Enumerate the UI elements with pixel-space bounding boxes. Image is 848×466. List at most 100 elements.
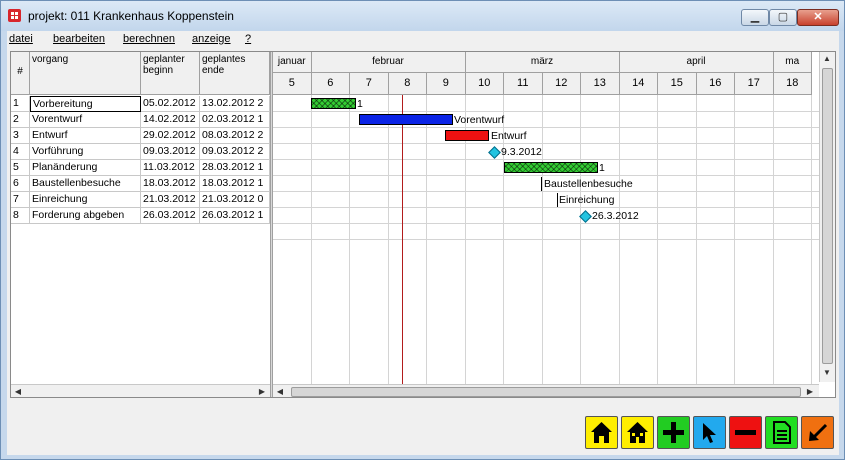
row-gridline <box>273 175 819 176</box>
week-gridline <box>618 95 620 385</box>
menu-berechnen[interactable]: berechnen <box>123 33 175 45</box>
row-gridline <box>273 191 819 192</box>
task-end[interactable]: 28.03.2012 1 <box>200 160 270 176</box>
milestone-marker[interactable] <box>579 210 592 223</box>
menu-bearbeiten[interactable]: bearbeiten <box>53 33 105 45</box>
week-gridline <box>310 95 312 385</box>
task-name[interactable]: Vorentwurf <box>30 112 141 128</box>
chart-scroll-right-icon[interactable]: ▶ <box>803 385 817 397</box>
milestone-tick[interactable] <box>541 177 542 191</box>
week-header-cell: 16 <box>696 73 735 95</box>
task-start[interactable]: 21.03.2012 <box>141 192 200 208</box>
task-start[interactable]: 29.02.2012 <box>141 128 200 144</box>
scroll-down-icon[interactable]: ▼ <box>820 366 834 380</box>
remove-button[interactable] <box>729 416 762 449</box>
chart-hscrollbar[interactable]: ◀ ▶ <box>273 384 819 397</box>
task-bar-entwurf[interactable] <box>445 130 489 141</box>
week-gridline <box>387 95 389 385</box>
task-end[interactable]: 26.03.2012 1 <box>200 208 270 224</box>
task-number[interactable]: 2 <box>11 112 30 128</box>
task-end[interactable]: 09.03.2012 2 <box>200 144 270 160</box>
milestone-tick[interactable] <box>557 193 558 207</box>
close-button[interactable]: ✕ <box>797 9 839 26</box>
week-gridline <box>580 95 581 385</box>
menu-help[interactable]: ? <box>245 33 251 45</box>
task-end[interactable]: 08.03.2012 2 <box>200 128 270 144</box>
chart-vscrollbar[interactable]: ▲ ▼ <box>819 52 835 382</box>
list-icon <box>773 421 791 444</box>
task-bar-vorentwurf[interactable] <box>359 114 453 125</box>
week-header-cell: 10 <box>465 73 504 95</box>
month-header-cell: april <box>619 52 774 73</box>
add-button[interactable] <box>657 416 690 449</box>
list-button[interactable] <box>765 416 798 449</box>
bar-label: 9.3.2012 <box>501 146 542 158</box>
chart-hscroll-thumb[interactable] <box>291 387 801 397</box>
scroll-up-icon[interactable]: ▲ <box>820 52 834 66</box>
milestone-marker[interactable] <box>488 146 501 159</box>
task-name[interactable]: Entwurf <box>30 128 141 144</box>
menu-anzeige[interactable]: anzeige <box>192 33 231 45</box>
minimize-button[interactable]: ▁ <box>741 9 769 26</box>
pane-splitter[interactable] <box>270 52 273 397</box>
task-start[interactable]: 14.02.2012 <box>141 112 200 128</box>
task-number[interactable]: 4 <box>11 144 30 160</box>
task-number[interactable]: 6 <box>11 176 30 192</box>
task-start[interactable]: 26.03.2012 <box>141 208 200 224</box>
task-name[interactable]: Baustellenbesuche <box>30 176 141 192</box>
task-number[interactable]: 8 <box>11 208 30 224</box>
row-gridline <box>273 223 819 224</box>
task-start[interactable]: 18.03.2012 <box>141 176 200 192</box>
task-number[interactable]: 1 <box>11 96 30 112</box>
maximize-button[interactable]: ▢ <box>769 9 797 26</box>
task-bar-vorbereitung[interactable] <box>311 98 356 109</box>
week-header-cell: 12 <box>542 73 581 95</box>
task-name[interactable]: Forderung abgeben <box>30 208 141 224</box>
menu-datei[interactable]: datei <box>9 33 33 45</box>
task-number[interactable]: 5 <box>11 160 30 176</box>
task-start[interactable]: 09.03.2012 <box>141 144 200 160</box>
bar-label: Entwurf <box>491 130 527 142</box>
task-name[interactable]: Vorbereitung <box>30 96 141 112</box>
scroll-left-icon[interactable]: ◀ <box>11 385 25 397</box>
app-icon[interactable] <box>8 9 21 22</box>
bar-label: Vorentwurf <box>454 114 505 126</box>
week-gridline <box>772 95 774 385</box>
task-number[interactable]: 3 <box>11 128 30 144</box>
menu-bar: datei bearbeiten berechnen anzeige ? <box>7 31 839 49</box>
month-header-cell: januar <box>273 52 312 73</box>
task-name[interactable]: Einreichung <box>30 192 141 208</box>
title-bar[interactable]: projekt: 011 Krankenhaus Koppenstein ▁ ▢… <box>1 1 844 31</box>
task-end[interactable]: 13.02.2012 2 <box>200 96 270 112</box>
task-hscrollbar[interactable]: ◀ ▶ <box>11 384 270 397</box>
chart-vscroll-thumb[interactable] <box>822 68 833 364</box>
project-home-button[interactable] <box>621 416 654 449</box>
task-start[interactable]: 11.03.2012 <box>141 160 200 176</box>
week-gridline <box>695 95 697 385</box>
task-end[interactable]: 02.03.2012 1 <box>200 112 270 128</box>
task-name[interactable]: Planänderung <box>30 160 141 176</box>
export-button[interactable] <box>801 416 834 449</box>
week-gridline <box>349 95 350 385</box>
scroll-right-icon[interactable]: ▶ <box>255 385 269 397</box>
task-number[interactable]: 7 <box>11 192 30 208</box>
select-button[interactable] <box>693 416 726 449</box>
col-header-start[interactable]: geplanter beginn <box>141 52 200 95</box>
home-outline-icon <box>627 422 648 443</box>
task-end[interactable]: 18.03.2012 1 <box>200 176 270 192</box>
week-gridline <box>657 95 658 385</box>
col-header-vorgang[interactable]: vorgang <box>30 52 141 95</box>
home-button[interactable] <box>585 416 618 449</box>
bar-label: 26.3.2012 <box>592 210 639 222</box>
row-gridline <box>273 127 819 128</box>
chart-scroll-left-icon[interactable]: ◀ <box>273 385 287 397</box>
task-start[interactable]: 05.02.2012 <box>141 96 200 112</box>
task-bar-planaenderung[interactable] <box>504 162 598 173</box>
col-header-end[interactable]: geplantes ende <box>200 52 270 95</box>
col-header-number[interactable]: # <box>11 52 30 95</box>
task-name[interactable]: Vorführung <box>30 144 141 160</box>
window-title: projekt: 011 Krankenhaus Koppenstein <box>28 9 234 23</box>
task-end[interactable]: 21.03.2012 0 <box>200 192 270 208</box>
week-header-cell: 6 <box>311 73 350 95</box>
arrow-down-left-icon <box>809 423 828 441</box>
